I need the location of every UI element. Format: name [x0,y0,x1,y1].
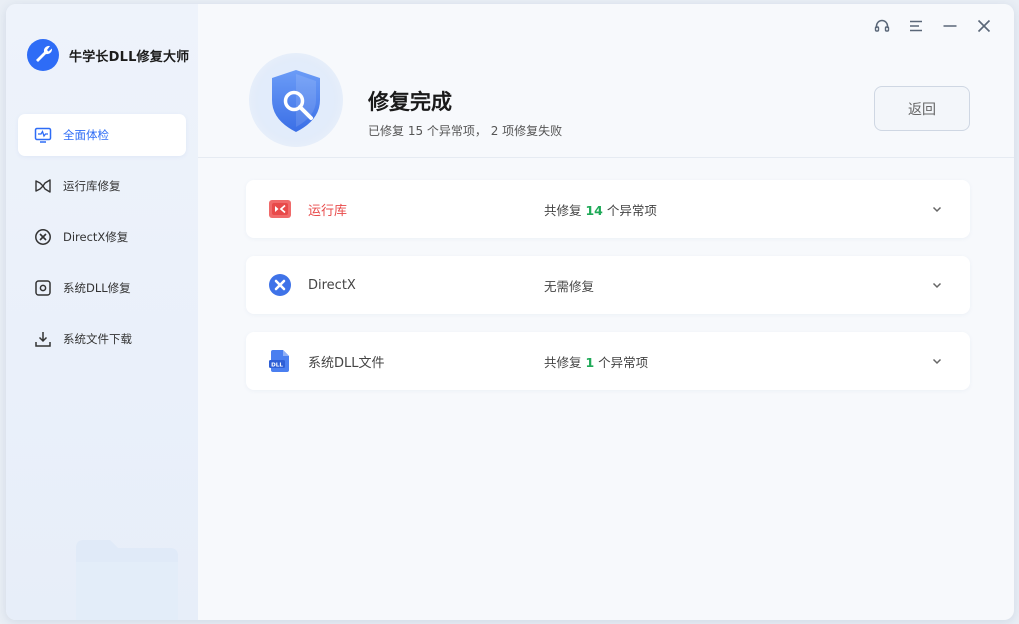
card-name: 运行库 [308,203,348,219]
app-name: 牛学长DLL修复大师 [69,49,190,65]
status-prefix: 共修复 [544,354,586,370]
monitor-pulse-icon [34,126,52,144]
main-content: 修复完成 已修复 15 个异常项， 2 项修复失败 返回 运行库 共修复 14 … [198,4,1014,620]
system-dll-icon [34,279,52,297]
window-controls [872,16,994,36]
result-card-runtime[interactable]: 运行库 共修复 14 个异常项 [246,180,970,238]
page-title: 修复完成 [368,90,452,114]
sidebar-item-label: 系统DLL修复 [63,281,131,295]
sidebar-item-runtime[interactable]: 运行库修复 [18,165,186,207]
result-card-directx[interactable]: DirectX 无需修复 [246,256,970,314]
folder-decoration-icon [76,540,178,620]
card-name: DirectX [308,277,356,293]
status-prefix: 共修复 [544,202,586,218]
dll-file-icon: DLL [269,350,289,372]
card-status: 共修复 14 个异常项 [544,200,657,219]
runtime-icon [34,177,52,195]
app-logo: 牛学长DLL修复大师 [26,38,189,72]
chevron-down-icon[interactable] [930,202,944,216]
sidebar-item-label: 全面体检 [63,128,109,142]
directx-icon [34,228,52,246]
menu-icon[interactable] [906,16,926,36]
fixed-count: 14 [585,202,603,218]
runtime-icon [269,200,291,218]
card-status: 无需修复 [544,276,594,295]
sidebar-item-file-download[interactable]: 系统文件下载 [18,318,186,360]
back-button[interactable]: 返回 [874,86,970,131]
card-name: 系统DLL文件 [308,355,385,371]
sidebar-item-label: 运行库修复 [63,179,121,193]
sidebar-item-label: DirectX修复 [63,230,129,244]
sidebar-item-full-check[interactable]: 全面体检 [18,114,186,156]
card-status: 共修复 1 个异常项 [544,352,648,371]
chevron-down-icon[interactable] [930,354,944,368]
result-summary: 已修复 15 个异常项， 2 项修复失败 [368,124,563,138]
headset-icon[interactable] [872,16,892,36]
status-suffix: 个异常项 [594,354,649,370]
svg-text:DLL: DLL [271,362,283,368]
sidebar: 牛学长DLL修复大师 全面体检 运行库修复 DirectX修复 系统DLL修复 … [6,4,198,620]
wrench-logo-icon [27,39,59,71]
shield-search-icon [249,53,343,147]
fixed-count: 1 [585,354,595,370]
status-suffix: 个异常项 [602,202,657,218]
status-prefix: 无需修复 [544,278,595,294]
close-icon[interactable] [974,16,994,36]
app-window: 牛学长DLL修复大师 全面体检 运行库修复 DirectX修复 系统DLL修复 … [6,4,1014,620]
result-header: 修复完成 已修复 15 个异常项， 2 项修复失败 返回 [198,4,1014,158]
sidebar-nav: 全面体检 运行库修复 DirectX修复 系统DLL修复 系统文件下载 [18,114,186,369]
download-icon [34,330,52,348]
directx-icon [269,274,291,296]
sidebar-item-label: 系统文件下载 [63,332,132,346]
sidebar-item-directx[interactable]: DirectX修复 [18,216,186,258]
sidebar-item-system-dll[interactable]: 系统DLL修复 [18,267,186,309]
result-card-system-dll[interactable]: DLL 系统DLL文件 共修复 1 个异常项 [246,332,970,390]
chevron-down-icon[interactable] [930,278,944,292]
minimize-icon[interactable] [940,16,960,36]
